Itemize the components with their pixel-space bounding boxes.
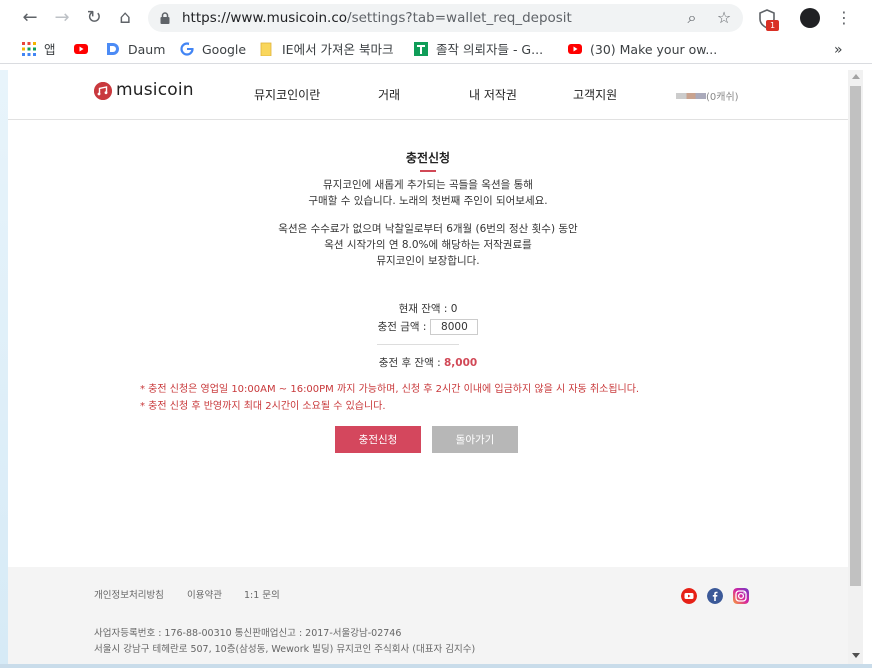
back-arrow-icon[interactable]: ← (20, 8, 40, 28)
zoom-icon[interactable]: ⌕ (684, 10, 700, 26)
current-balance: 현재 잔액 : 0 (398, 303, 458, 315)
google-icon (180, 42, 194, 56)
nav-support[interactable]: 고객지원 (573, 86, 617, 103)
star-icon[interactable]: ☆ (716, 10, 732, 26)
bookmark-ie-folder[interactable]: IE에서 가져온 북마크 (260, 40, 394, 60)
instagram-icon[interactable] (733, 588, 749, 604)
site-header: musicoin 뮤지코인이란 거래 내 저작권 고객지원 (0캐쉬) (8, 70, 848, 120)
forward-arrow-icon[interactable]: → (52, 8, 72, 28)
balance-after-value: 8,000 (443, 357, 478, 369)
folder-icon (260, 42, 272, 56)
logo-text: musicoin (116, 80, 194, 100)
bookmark-daum[interactable]: Daum (106, 40, 165, 60)
sheets-icon (414, 42, 428, 56)
deposit-amount-input[interactable]: 8000 (430, 319, 479, 335)
url-text: https://www.musicoin.co/settings?tab=wal… (182, 10, 572, 26)
bookmark-youtube[interactable] (74, 40, 96, 60)
bookmark-youtube-video[interactable]: (30) Make your ow... (568, 40, 717, 60)
username-redacted (676, 93, 706, 99)
page-viewport: musicoin 뮤지코인이란 거래 내 저작권 고객지원 (0캐쉬) 충전신청… (8, 70, 848, 664)
auction-guarantee-text: 옥션은 수수료가 없으며 낙찰일로부터 6개월 (6번의 정산 횟수) 동안 옥… (278, 223, 578, 267)
facebook-icon[interactable] (707, 588, 723, 604)
reload-icon[interactable]: ↻ (84, 8, 104, 28)
deposit-amount-label: 충전 금액 : (377, 321, 427, 333)
site-footer: 개인정보처리방침 이용약관 1:1 문의 사업자등록번호 : 176-88-00… (8, 567, 848, 664)
scrollbar-thumb[interactable] (850, 86, 861, 586)
extension-badge: 1 (766, 20, 779, 31)
scroll-down-arrow-icon[interactable] (852, 653, 860, 658)
musicoin-logo-icon (94, 82, 112, 100)
bookmark-google[interactable]: Google (180, 40, 246, 60)
desktop-edge-bottom (0, 664, 872, 668)
youtube-icon[interactable] (681, 588, 697, 604)
footer-address: 서울시 강남구 테헤란로 507, 10층(삼성동, Wework 빌딩) 뮤지… (94, 644, 476, 655)
daum-icon (107, 43, 119, 55)
menu-dots-icon[interactable]: ⋮ (836, 8, 852, 28)
page-title: 충전신청 (405, 151, 451, 165)
vertical-scrollbar[interactable] (848, 70, 863, 664)
intro-text: 뮤지코인에 새롭게 추가되는 곡들을 옥션을 통해 구매할 수 있습니다. 노래… (308, 179, 548, 207)
bookmark-apps[interactable]: 앱 (22, 40, 56, 60)
notice-delay: * 충전 신청 후 반영까지 최대 2시간이 소요될 수 있습니다. (140, 401, 386, 412)
home-icon[interactable]: ⌂ (115, 8, 135, 28)
back-button[interactable]: 돌아가기 (432, 426, 518, 453)
nav-trade[interactable]: 거래 (378, 86, 400, 103)
address-bar[interactable]: https://www.musicoin.co/settings?tab=wal… (148, 4, 743, 32)
scroll-up-arrow-icon[interactable] (852, 74, 860, 79)
nav-my-copyright[interactable]: 내 저작권 (469, 86, 517, 103)
youtube-icon (568, 44, 582, 54)
nav-about[interactable]: 뮤지코인이란 (254, 86, 320, 103)
divider (377, 344, 459, 345)
balance-after-label: 충전 후 잔액 : (378, 357, 444, 369)
bookmark-sheets[interactable]: 졸작 의뢰자들 - G... (414, 40, 543, 60)
apps-grid-icon (22, 42, 36, 56)
footer-privacy-link[interactable]: 개인정보처리방침 (94, 587, 164, 601)
submit-deposit-button[interactable]: 충전신청 (335, 426, 421, 453)
more-bookmarks-chevron-icon[interactable]: » (834, 40, 843, 60)
browser-toolbar: ← → ↻ ⌂ https://www.musicoin.co/settings… (0, 0, 872, 36)
desktop-edge (0, 70, 8, 668)
footer-business-info: 사업자등록번호 : 176-88-00310 통신판매업신고 : 2017-서울… (94, 628, 402, 639)
title-underline (420, 170, 436, 172)
lock-icon (160, 12, 170, 24)
footer-terms-link[interactable]: 이용약관 (187, 587, 222, 601)
bookmarks-bar: 앱 Daum Google IE에서 가져온 북마크 졸작 의뢰자들 - G..… (0, 36, 872, 64)
deposit-request-section: 충전신청 뮤지코인에 새롭게 추가되는 곡들을 옥션을 통해 구매할 수 있습니… (8, 121, 848, 567)
profile-avatar-icon[interactable] (800, 8, 820, 28)
balance-after-row: 충전 후 잔액 : 8,000 (8, 355, 848, 370)
youtube-icon (74, 44, 88, 54)
notice-hours: * 충전 신청은 영업일 10:00AM ~ 16:00PM 까지 가능하며, … (140, 384, 640, 395)
footer-inquiry-link[interactable]: 1:1 문의 (244, 587, 280, 601)
deposit-amount-row: 충전 금액 :8000 (8, 319, 848, 335)
user-cash[interactable]: (0캐쉬) (676, 88, 739, 103)
